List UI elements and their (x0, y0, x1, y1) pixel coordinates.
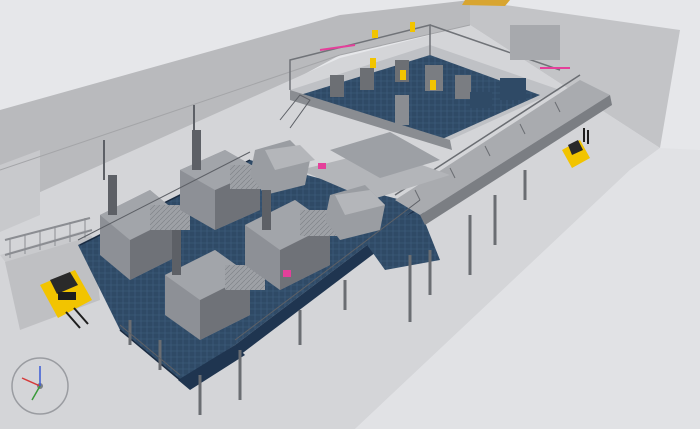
3d-viewport[interactable] (0, 0, 700, 429)
top-opening (462, 0, 510, 6)
navigation-gizmo[interactable] (10, 356, 70, 416)
compass-icon (11, 357, 69, 415)
plant-scene[interactable] (0, 0, 700, 429)
